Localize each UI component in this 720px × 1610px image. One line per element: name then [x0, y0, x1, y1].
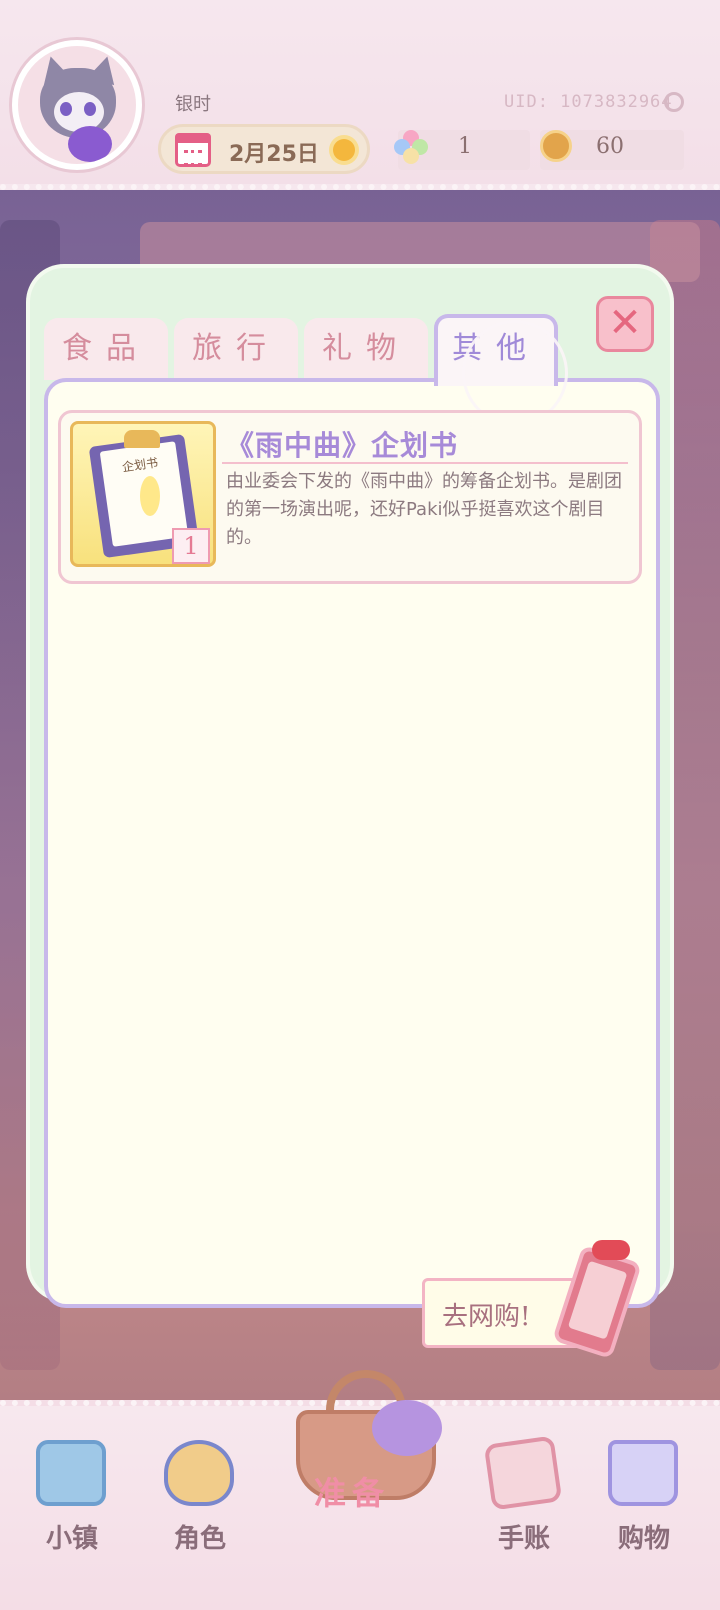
- avatar[interactable]: [12, 40, 142, 170]
- clipboard-clip: [124, 430, 160, 448]
- close-button[interactable]: ✕: [596, 296, 654, 352]
- hat-icon: [372, 1400, 442, 1456]
- calendar-icon: [175, 133, 211, 167]
- avatar-eye-left: [60, 102, 72, 116]
- gem-count: 1: [458, 134, 472, 159]
- avatar-eye-right: [84, 102, 96, 116]
- copy-icon[interactable]: [664, 92, 684, 112]
- uid-text: UID: 1073832964: [504, 92, 673, 112]
- nav-journal[interactable]: 手账: [474, 1435, 574, 1590]
- character-icon: [164, 1440, 234, 1506]
- nav-label-journal: 手账: [497, 1524, 550, 1554]
- tab-food[interactable]: 食品: [44, 318, 168, 380]
- nav-town[interactable]: 小镇: [22, 1440, 122, 1590]
- map-icon: [36, 1440, 106, 1506]
- shopping-bag-icon: [608, 1440, 678, 1506]
- flower-gem-icon: [394, 130, 428, 164]
- nav-label-prepare[interactable]: 准备: [314, 1468, 390, 1514]
- coin-icon: [540, 130, 572, 162]
- username: 银时: [175, 94, 211, 115]
- nav-label-shopping: 购物: [617, 1524, 670, 1554]
- bow-icon: [592, 1240, 630, 1260]
- nav-shopping[interactable]: 购物: [594, 1440, 694, 1590]
- sun-icon: [333, 139, 355, 161]
- title-divider: [222, 462, 628, 464]
- nav-label-town: 小镇: [45, 1524, 98, 1554]
- dancer-icon: [140, 476, 160, 516]
- tab-gift[interactable]: 礼物: [304, 318, 428, 380]
- avatar-yarn-ball: [68, 126, 112, 162]
- item-quantity: 1: [172, 528, 210, 564]
- date-text: 2月25日: [229, 142, 319, 167]
- item-title: 《雨中曲》企划书: [226, 429, 459, 462]
- journal-icon: [483, 1435, 563, 1511]
- nav-character[interactable]: 角色: [150, 1440, 250, 1590]
- item-description: 由业委会下发的《雨中曲》的筹备企划书。是剧团的第一场演出呢，还好Paki似乎挺喜…: [226, 471, 622, 548]
- tab-travel[interactable]: 旅行: [174, 318, 298, 380]
- go-shopping-label: 去网购!: [442, 1302, 531, 1332]
- date-pill[interactable]: 2月25日: [158, 124, 370, 174]
- coin-count: 60: [596, 134, 624, 159]
- nav-label-character: 角色: [173, 1524, 226, 1554]
